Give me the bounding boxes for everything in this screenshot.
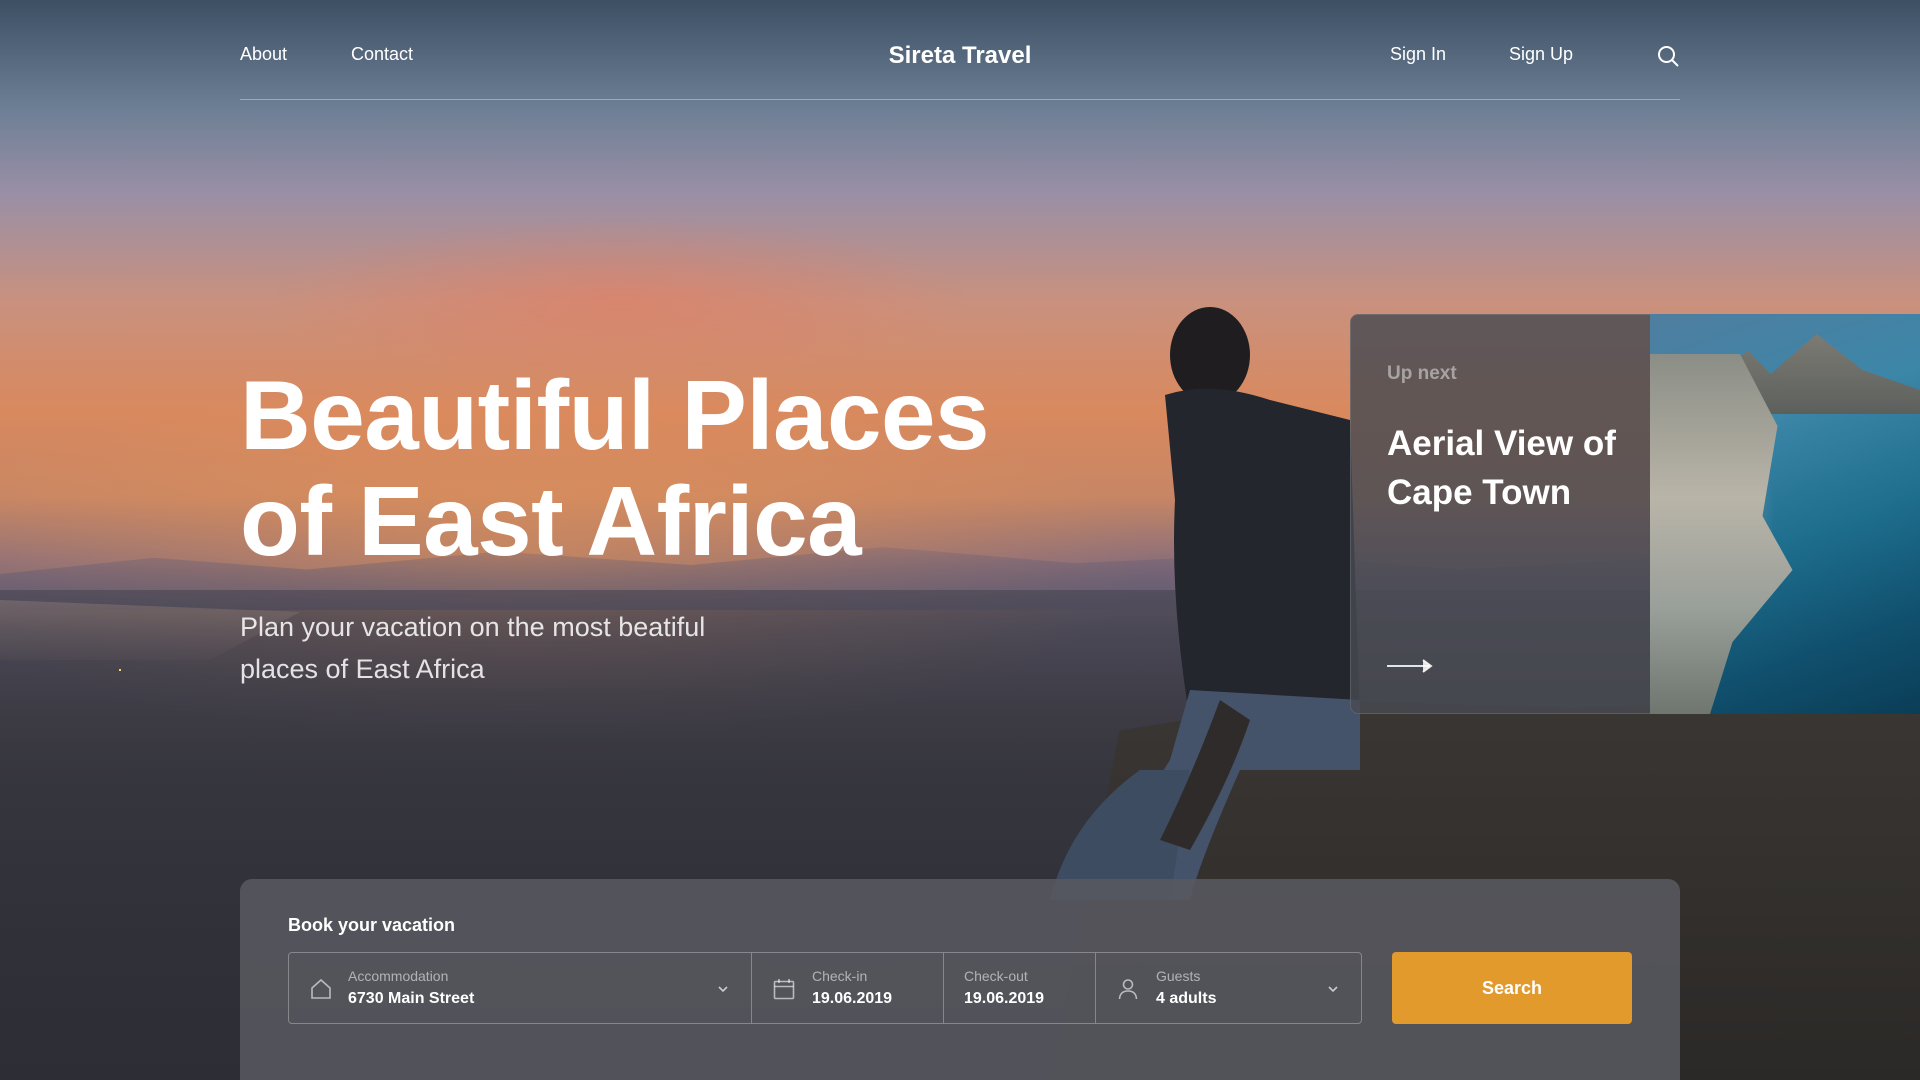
sign-up-link[interactable]: Sign Up [1509, 44, 1573, 65]
arrow-right-icon[interactable] [1387, 659, 1433, 673]
up-next-title: Aerial View of Cape Town [1387, 424, 1616, 512]
booking-fields: Accommodation 6730 Main Street Check-in … [288, 952, 1362, 1024]
brand-logo[interactable]: Sireta Travel [889, 42, 1032, 69]
cape-town-aerial-image[interactable] [1650, 314, 1920, 714]
search-button[interactable]: Search [1392, 952, 1632, 1024]
hero-title-line1: Beautiful Places [240, 360, 990, 470]
man-sitting-image [1050, 307, 1360, 900]
guests-field[interactable]: Guests 4 adults [1096, 953, 1361, 1023]
chevron-down-icon[interactable] [717, 983, 729, 995]
check-out-field[interactable]: Check-out 19.06.2019 [944, 953, 1096, 1023]
up-next-card[interactable]: Up next Aerial View of Cape Town [1350, 314, 1652, 714]
user-icon [1118, 979, 1138, 1000]
guests-value: 4 adults [1156, 990, 1217, 1007]
guests-label: Guests [1156, 968, 1201, 984]
up-next-label: Up next [1387, 363, 1457, 384]
check-in-field[interactable]: Check-in 19.06.2019 [752, 953, 944, 1023]
check-out-value: 19.06.2019 [964, 990, 1045, 1007]
home-icon [311, 978, 331, 999]
nav-divider [240, 99, 1680, 100]
booking-panel: Book your vacation Accommodation 6730 Ma… [240, 879, 1680, 1080]
booking-title: Book your vacation [288, 915, 456, 935]
chevron-down-icon[interactable] [1327, 983, 1339, 995]
sign-in-link[interactable]: Sign In [1390, 44, 1446, 65]
hero-subtitle: Plan your vacation on the most beatiful … [240, 612, 706, 684]
check-in-label: Check-in [812, 968, 868, 984]
check-out-label: Check-out [964, 968, 1028, 984]
hero-title: Beautiful Places of East Africa [240, 360, 990, 576]
nav-about-link[interactable]: About [240, 44, 287, 65]
accommodation-field[interactable]: Accommodation 6730 Main Street [289, 953, 752, 1023]
check-in-value: 19.06.2019 [812, 990, 893, 1007]
calendar-icon [773, 979, 795, 1000]
accommodation-label: Accommodation [348, 968, 449, 984]
accommodation-value: 6730 Main Street [348, 990, 475, 1007]
nav-contact-link[interactable]: Contact [351, 44, 413, 65]
search-icon[interactable] [1656, 44, 1680, 68]
hero-title-line2: of East Africa [240, 466, 862, 576]
